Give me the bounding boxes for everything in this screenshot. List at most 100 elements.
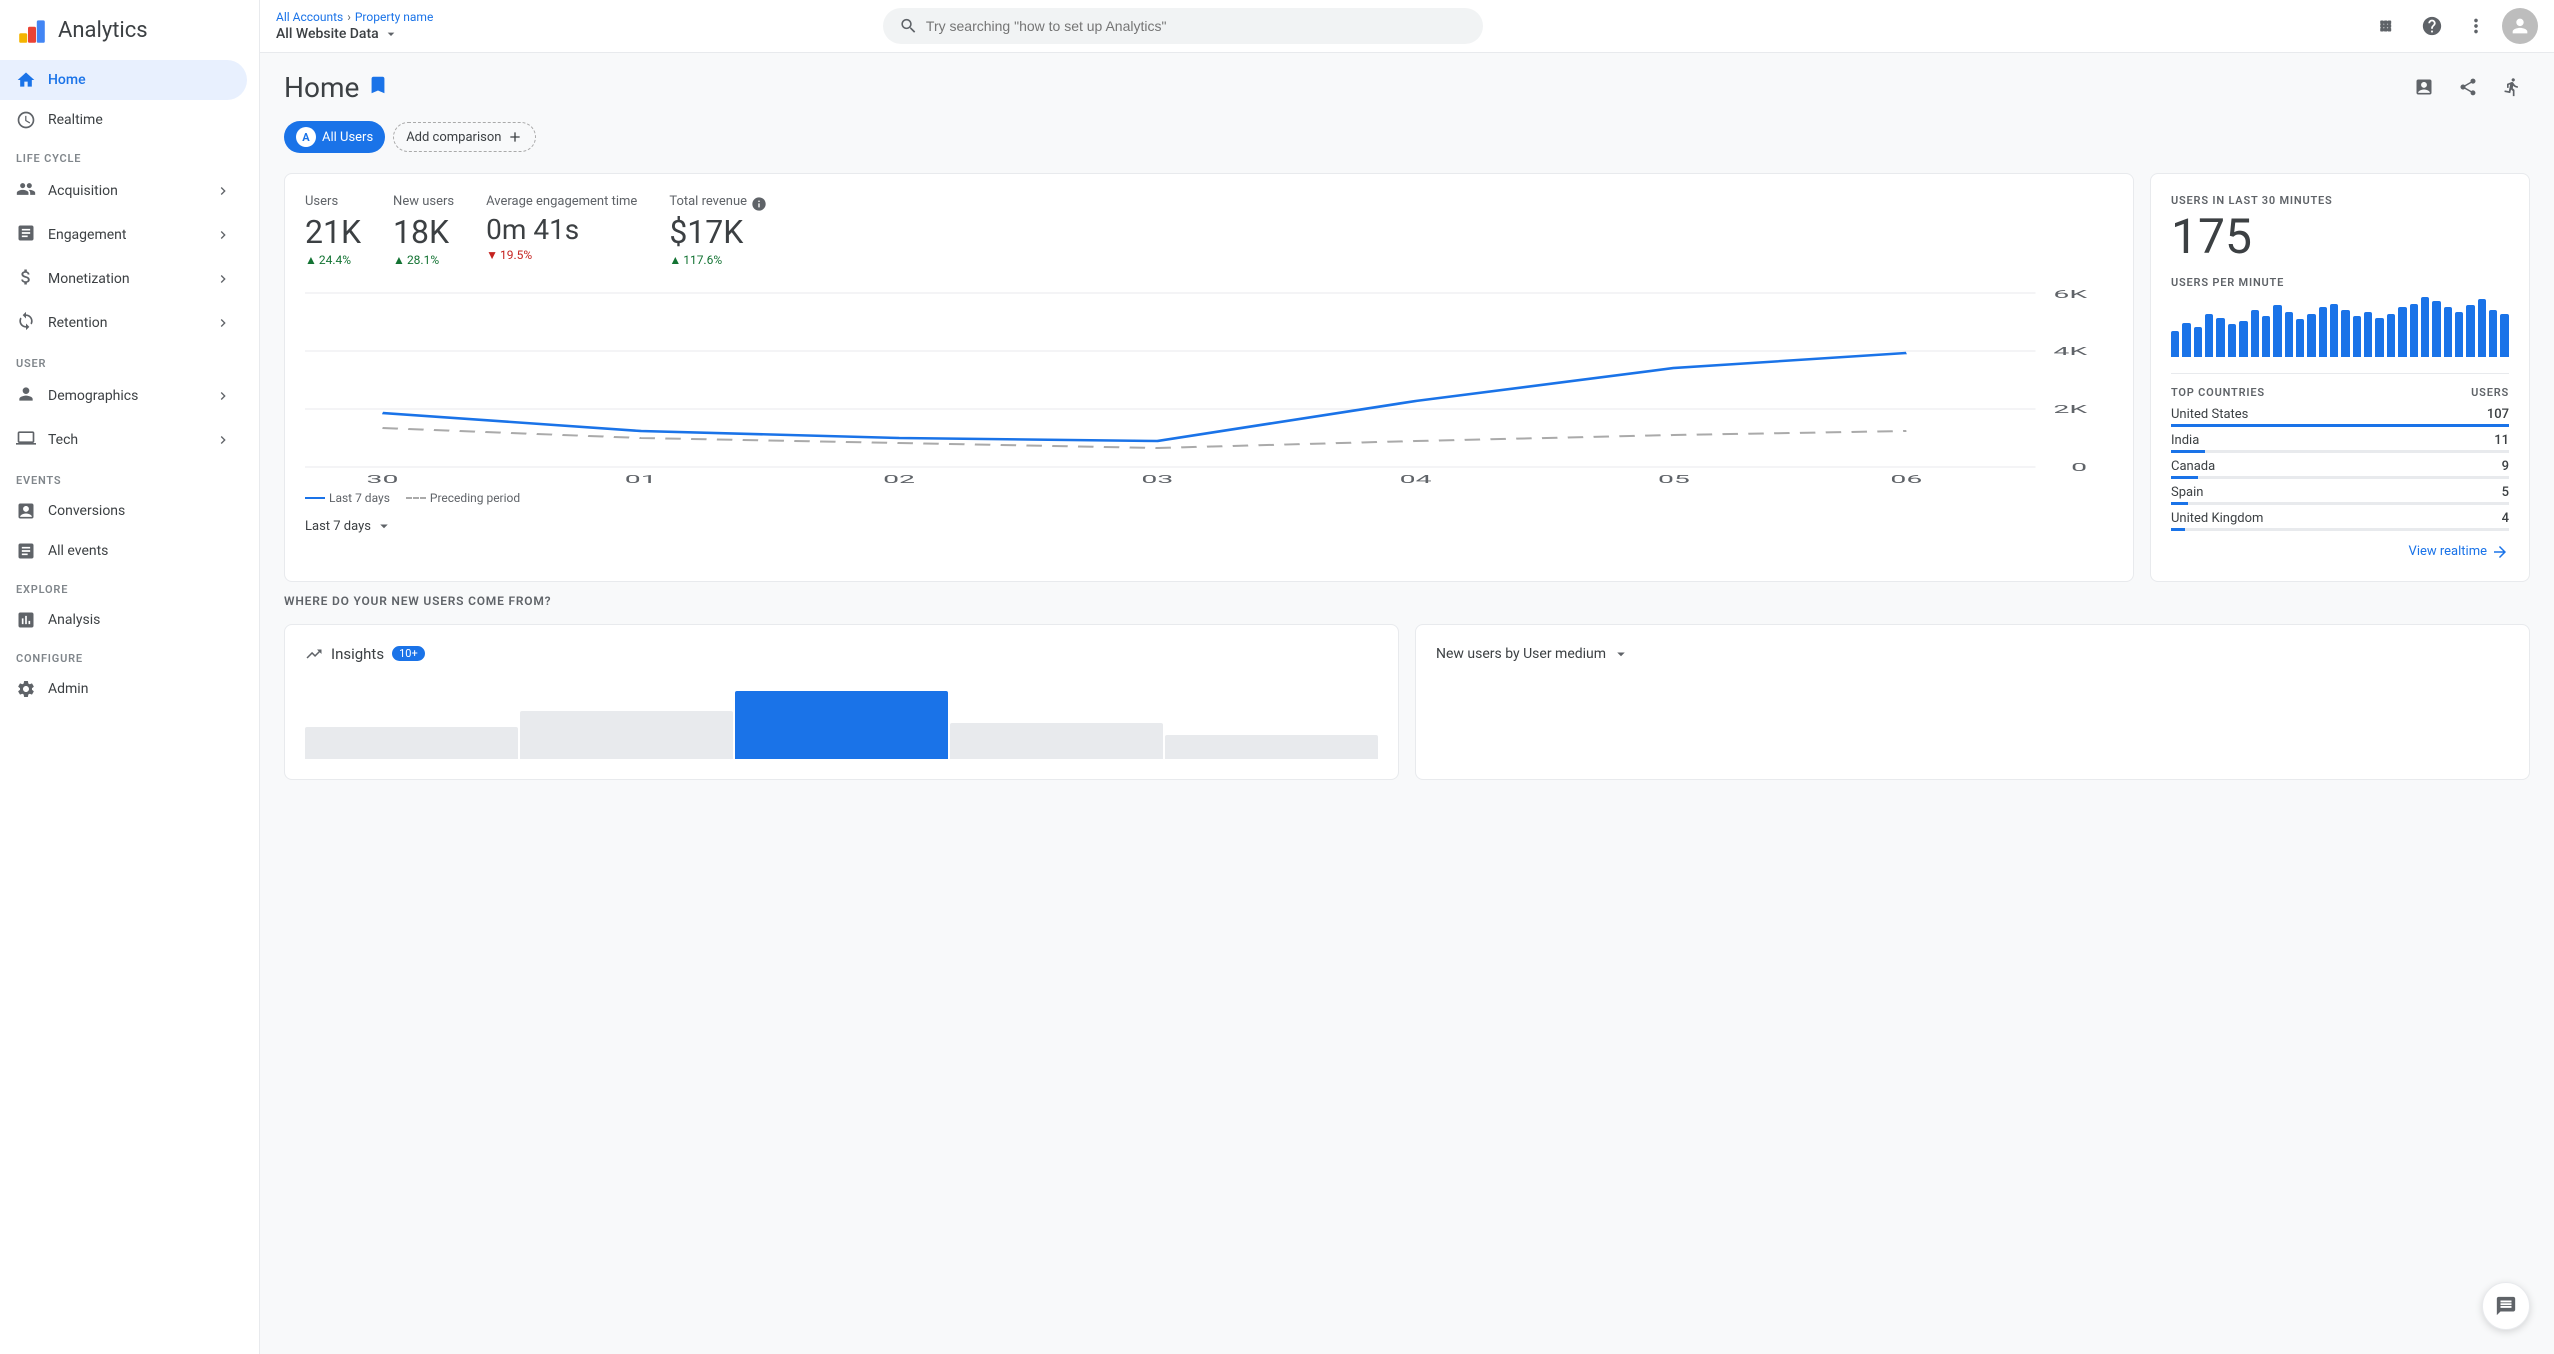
bottom-grid: Insights 10+ New users by User medium (284, 624, 2530, 780)
new-users-medium-card: New users by User medium (1415, 624, 2530, 780)
sidebar-acquisition-label: Acquisition (48, 183, 118, 199)
home-icon (16, 70, 36, 90)
admin-icon (16, 679, 36, 699)
insights-badge: 10+ (392, 646, 425, 661)
filter-row: A All Users Add comparison (284, 121, 2530, 153)
breadcrumb-property[interactable]: Property name (355, 10, 433, 24)
per-minute-bar (2410, 304, 2418, 357)
share-button[interactable] (2450, 69, 2486, 105)
tech-icon (16, 428, 36, 452)
main-content: All Accounts › Property name All Website… (260, 0, 2554, 1354)
page-bookmark-icon[interactable] (367, 74, 389, 101)
sidebar-item-all-events[interactable]: All events (0, 531, 247, 571)
realtime-value: 175 (2171, 211, 2509, 264)
svg-text:30: 30 (367, 473, 399, 483)
per-minute-bar (2296, 319, 2304, 357)
country-name: United States (2171, 407, 2248, 422)
customize-button[interactable] (2406, 69, 2442, 105)
revenue-value: $17K (669, 213, 767, 251)
svg-text:06: 06 (1890, 473, 1922, 483)
legend-prev-line (406, 497, 426, 499)
per-minute-bar (2194, 327, 2202, 357)
page-title: Home (284, 71, 359, 104)
insights-header: Insights 10+ (305, 645, 1378, 663)
chat-button[interactable] (2482, 1282, 2530, 1330)
sidebar-item-admin[interactable]: Admin (0, 669, 247, 709)
search-bar[interactable] (883, 8, 1483, 44)
svg-text:01: 01 (625, 473, 657, 483)
per-minute-bar (2182, 323, 2190, 357)
engagement-label: Average engagement time (486, 194, 637, 209)
acquisition-chevron-icon (215, 183, 231, 199)
stat-users: Users 21K ▲ 24.4% (305, 194, 361, 267)
svg-text:02: 02 (883, 473, 915, 483)
per-minute-bar (2216, 318, 2224, 357)
country-count: 5 (2502, 485, 2509, 500)
conversions-icon (16, 501, 36, 521)
sidebar-retention-label: Retention (48, 315, 108, 331)
add-comparison-chip[interactable]: Add comparison (393, 122, 536, 152)
breadcrumb-account[interactable]: All Accounts (276, 10, 343, 24)
sidebar-item-home[interactable]: Home (0, 60, 247, 100)
activity-button[interactable] (2494, 69, 2530, 105)
add-comparison-label: Add comparison (406, 130, 501, 145)
per-minute-bar (2330, 304, 2338, 357)
country-bar (2171, 502, 2188, 505)
users-change: ▲ 24.4% (305, 253, 361, 267)
new-users-value: 18K (393, 213, 454, 251)
legend-current-line (305, 497, 325, 499)
all-users-chip[interactable]: A All Users (284, 121, 385, 153)
analytics-logo-icon (16, 14, 48, 46)
retention-icon (16, 311, 36, 335)
realtime-section-label: USERS IN LAST 30 MINUTES (2171, 194, 2509, 207)
time-filter-dropdown-icon (375, 517, 393, 535)
new-users-medium-header[interactable]: New users by User medium (1436, 645, 2509, 663)
view-realtime-label: View realtime (2409, 544, 2487, 559)
per-minute-bar (2398, 307, 2406, 357)
time-filter-selector[interactable]: Last 7 days (305, 517, 2113, 535)
per-minute-bar (2455, 312, 2463, 357)
sidebar-item-engagement[interactable]: Engagement (0, 213, 247, 257)
property-selector[interactable]: All Website Data (276, 26, 433, 42)
sidebar-tech-label: Tech (48, 432, 78, 448)
country-bar (2171, 450, 2205, 453)
revenue-trend-arrow: ▲ (669, 253, 681, 267)
more-options-button[interactable] (2458, 8, 2494, 44)
sidebar-item-monetization[interactable]: Monetization (0, 257, 247, 301)
stats-row: Users 21K ▲ 24.4% New users 18K ▲ 28.1% (305, 194, 2113, 267)
sidebar-conversions-label: Conversions (48, 503, 125, 519)
apps-button[interactable] (2370, 8, 2406, 44)
sidebar-item-retention[interactable]: Retention (0, 301, 247, 345)
per-minute-bar (2262, 316, 2270, 357)
sidebar-item-acquisition[interactable]: Acquisition (0, 169, 247, 213)
top-countries-label: TOP COUNTRIES (2171, 386, 2265, 399)
new-users-medium-label: New users by User medium (1436, 646, 1606, 662)
acquisition-icon (16, 179, 36, 203)
new-users-dropdown-icon (1612, 645, 1630, 663)
monetization-icon (16, 267, 36, 291)
country-row: India 11 (2171, 433, 2509, 453)
per-minute-bar (2387, 314, 2395, 357)
view-realtime-link[interactable]: View realtime (2171, 543, 2509, 561)
users-label: Users (305, 194, 361, 209)
country-count: 9 (2502, 459, 2509, 474)
revenue-change-value: 117.6% (683, 253, 722, 267)
help-button[interactable] (2414, 8, 2450, 44)
sidebar-item-tech[interactable]: Tech (0, 418, 247, 462)
sidebar-item-demographics[interactable]: Demographics (0, 374, 247, 418)
user-avatar[interactable] (2502, 8, 2538, 44)
sidebar-item-analysis[interactable]: Analysis (0, 600, 247, 640)
page-content: Home A All Users (260, 53, 2554, 1354)
property-dropdown-icon (383, 26, 399, 42)
per-minute-bar (2444, 307, 2452, 357)
legend-current-label: Last 7 days (329, 491, 390, 505)
svg-text:4K: 4K (2053, 345, 2087, 358)
country-row: United Kingdom 4 (2171, 511, 2509, 531)
sidebar-item-realtime[interactable]: Realtime (0, 100, 247, 140)
demographics-icon (16, 384, 36, 408)
users-col-label: USERS (2471, 386, 2509, 399)
sidebar-item-conversions[interactable]: Conversions (0, 491, 247, 531)
country-row: Spain 5 (2171, 485, 2509, 505)
search-input[interactable] (926, 18, 1467, 34)
users-value: 21K (305, 213, 361, 251)
